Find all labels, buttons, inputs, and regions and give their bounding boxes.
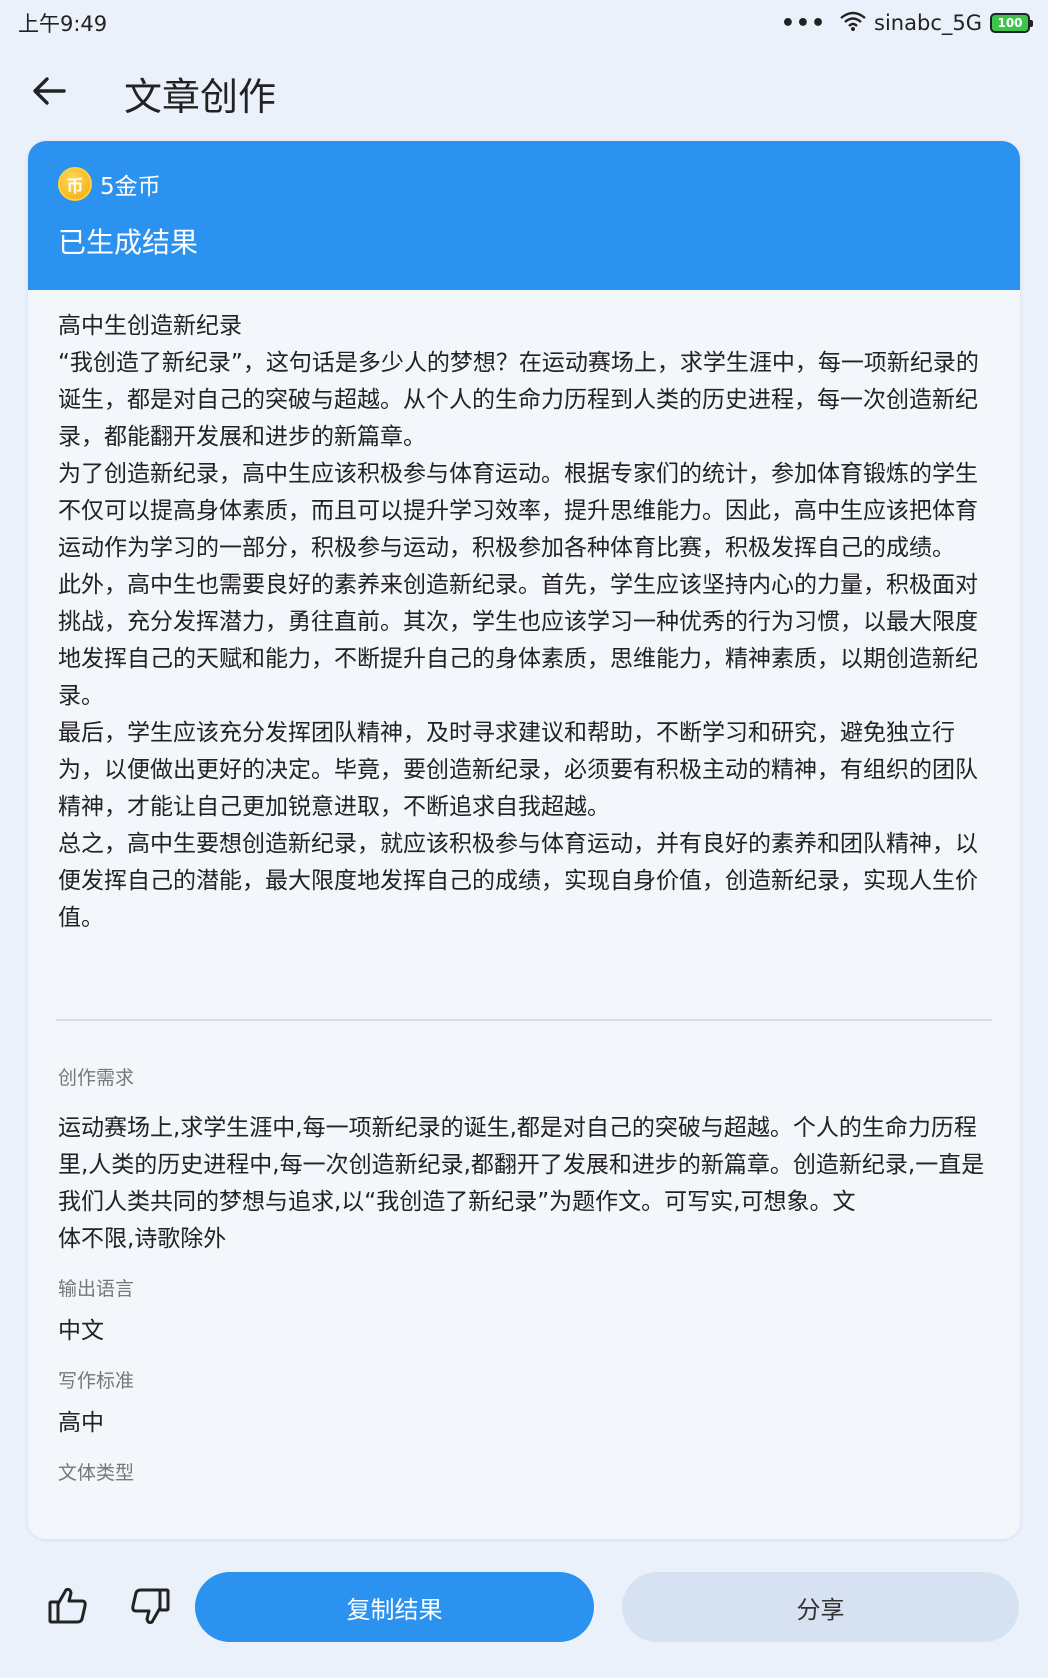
result-card: 币 5金币 已生成结果 高中生创造新纪录 “我创造了新纪录”，这句话是多少人的梦…	[28, 141, 1020, 1539]
card-header: 币 5金币 已生成结果	[28, 141, 1020, 290]
article-paragraph: 总之，高中生要想创造新纪录，就应该积极参与体育运动，并有良好的素养和团队精神，以…	[58, 831, 978, 931]
thumbs-down-icon	[128, 1588, 172, 1632]
network-name: sinabc_5G	[874, 11, 982, 35]
page-title: 文章创作	[124, 74, 277, 119]
standard-value: 高中	[58, 1410, 104, 1436]
requirement-text-2: 体不限,诗歌除外	[58, 1226, 227, 1252]
app-bar: 文章创作	[0, 58, 1048, 128]
arrow-left-icon	[32, 76, 66, 110]
language-label: 输出语言	[58, 1278, 135, 1300]
article-paragraph: “我创造了新纪录”，这句话是多少人的梦想？在运动赛场上，求学生涯中，每一项新纪录…	[58, 350, 979, 450]
dislike-button[interactable]	[128, 1584, 178, 1634]
status-bar: 上午9:49 ••• sinabc_5G 100	[0, 0, 1048, 46]
share-button[interactable]: 分享	[622, 1572, 1019, 1642]
article-paragraph: 最后，学生应该充分发挥团队精神，及时寻求建议和帮助，不断学习和研究，避免独立行为…	[58, 720, 978, 820]
genre-label: 文体类型	[58, 1462, 135, 1484]
thumbs-up-icon	[46, 1587, 90, 1632]
like-button[interactable]	[46, 1584, 96, 1634]
status-right: ••• sinabc_5G 100	[780, 10, 1033, 36]
article-paragraph: 此外，高中生也需要良好的素养来创造新纪录。首先，学生应该坚持内心的力量，积极面对…	[58, 572, 978, 709]
language-value: 中文	[58, 1318, 104, 1344]
bottom-bar: 复制结果 分享	[0, 1572, 1048, 1644]
standard-label: 写作标准	[58, 1370, 135, 1392]
requirements-section: 创作需求 运动赛场上,求学生涯中,每一项新纪录的诞生,都是对自己的突破与超越。个…	[28, 1021, 1020, 1485]
coin-text: 5金币	[100, 174, 161, 200]
battery-icon: 100	[990, 13, 1033, 33]
requirement-text: 运动赛场上,求学生涯中,每一项新纪录的诞生,都是对自己的突破与超越。个人的生命力…	[58, 1115, 985, 1215]
article-title: 高中生创造新纪录	[58, 313, 242, 339]
copy-result-button[interactable]: 复制结果	[195, 1572, 594, 1642]
coin-row: 币 5金币	[58, 167, 990, 201]
back-button[interactable]	[14, 58, 84, 128]
wifi-icon	[840, 11, 866, 36]
article-text: 高中生创造新纪录 “我创造了新纪录”，这句话是多少人的梦想？在运动赛场上，求学生…	[28, 290, 1020, 1019]
article-paragraph: 为了创造新纪录，高中生应该积极参与体育运动。根据专家们的统计，参加体育锻炼的学生…	[58, 461, 978, 561]
more-dots-icon: •••	[780, 10, 827, 36]
status-time: 上午9:49	[18, 12, 108, 36]
coin-icon: 币	[58, 167, 92, 201]
result-status: 已生成结果	[58, 226, 199, 259]
requirement-label: 创作需求	[58, 1067, 135, 1089]
